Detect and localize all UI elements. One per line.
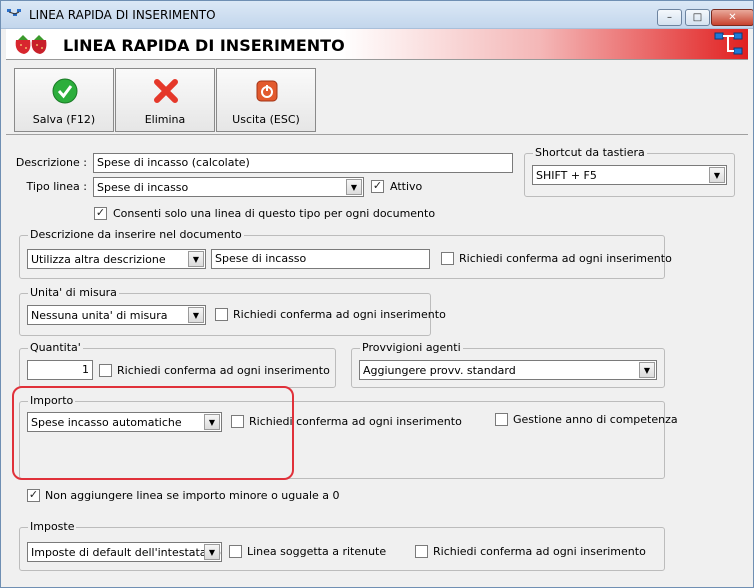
type-select-value: Spese di incasso [97,181,189,194]
single-line-label: Consenti solo una linea di questo tipo p… [113,207,436,220]
chevron-down-icon: ▼ [204,544,220,560]
window-title: LINEA RAPIDA DI INSERIMENTO [29,8,216,22]
commission-legend: Provvigioni agenti [360,341,463,354]
document-description-legend: Descrizione da inserire nel documento [28,228,244,241]
chevron-down-icon: ▼ [188,251,204,267]
chevron-down-icon: ▼ [346,179,362,195]
quantity-confirm-label: Richiedi conferma ad ogni inserimento [117,364,330,377]
active-checkbox[interactable]: ✓ [371,180,384,193]
type-select[interactable]: Spese di incasso ▼ [93,177,364,197]
commission-select[interactable]: Aggiungere provv. standard ▼ [359,360,657,380]
commission-select-value: Aggiungere provv. standard [363,364,516,377]
active-label: Attivo [390,180,423,193]
unit-select-value: Nessuna unita' di misura [31,309,168,322]
maximize-button[interactable]: □ [685,9,710,26]
delete-label: Elimina [144,113,186,126]
description-mode-select[interactable]: Utilizza altra descrizione ▼ [27,249,206,269]
strawberry-icon [15,35,47,54]
toolbar: Salva (F12) Elimina Uscita (ESC) [6,60,748,135]
quantity-input[interactable]: 1 [27,360,93,380]
minimize-button[interactable]: – [657,9,682,26]
chevron-down-icon: ▼ [709,167,725,183]
delete-button[interactable]: Elimina [115,68,215,132]
description-input[interactable]: Spese di incasso (calcolate) [93,153,513,173]
withholding-checkbox[interactable] [229,545,242,558]
app-icon [7,9,21,16]
check-icon [52,78,78,104]
exit-label: Uscita (ESC) [232,113,300,126]
unit-legend: Unita' di misura [28,286,119,299]
power-icon [256,80,278,102]
taxes-select[interactable]: Imposte di default dell'intestatario ▼ [27,542,222,562]
unit-confirm-checkbox[interactable] [215,308,228,321]
unit-confirm-label: Richiedi conferma ad ogni inserimento [233,308,446,321]
description-mode-value: Utilizza altra descrizione [31,253,166,266]
header-banner: LINEA RAPIDA DI INSERIMENTO [6,29,748,60]
save-label: Salva (F12) [32,113,96,126]
description-confirm-checkbox[interactable] [441,252,454,265]
taxes-confirm-label: Richiedi conferma ad ogni inserimento [433,545,646,558]
description-confirm-label: Richiedi conferma ad ogni inserimento [459,252,672,265]
close-button[interactable]: ✕ [711,9,753,26]
chevron-down-icon: ▼ [188,307,204,323]
no-add-label: Non aggiungere linea se importo minore o… [45,489,340,502]
save-button[interactable]: Salva (F12) [14,68,114,132]
shortcut-legend: Shortcut da tastiera [533,146,647,159]
taxes-confirm-checkbox[interactable] [415,545,428,558]
type-label: Tipo linea : [26,180,87,193]
shortcut-select-value: SHIFT + F5 [536,169,597,182]
single-line-checkbox[interactable]: ✓ [94,207,107,220]
document-description-input[interactable]: Spese di incasso [211,249,430,269]
delete-x-icon [154,79,178,103]
withholding-label: Linea soggetta a ritenute [247,545,387,558]
chevron-down-icon: ▼ [639,362,655,378]
unit-select[interactable]: Nessuna unita' di misura ▼ [27,305,206,325]
taxes-legend: Imposte [28,520,77,533]
banner-title: LINEA RAPIDA DI INSERIMENTO [63,36,345,55]
competence-year-label: Gestione anno di competenza [513,413,678,426]
exit-button[interactable]: Uscita (ESC) [216,68,316,132]
taxes-select-value: Imposte di default dell'intestatario [31,546,221,559]
no-add-checkbox[interactable]: ✓ [27,489,40,502]
shortcut-select[interactable]: SHIFT + F5 ▼ [532,165,727,185]
competence-year-checkbox[interactable] [495,413,508,426]
description-label: Descrizione : [15,156,87,169]
title-bar: LINEA RAPIDA DI INSERIMENTO – □ ✕ [1,1,753,29]
network-icon [714,32,743,55]
app-window: LINEA RAPIDA DI INSERIMENTO – □ ✕ LINEA … [0,0,754,588]
highlight-annotation [12,386,294,480]
quantity-legend: Quantita' [28,341,83,354]
quantity-confirm-checkbox[interactable] [99,364,112,377]
